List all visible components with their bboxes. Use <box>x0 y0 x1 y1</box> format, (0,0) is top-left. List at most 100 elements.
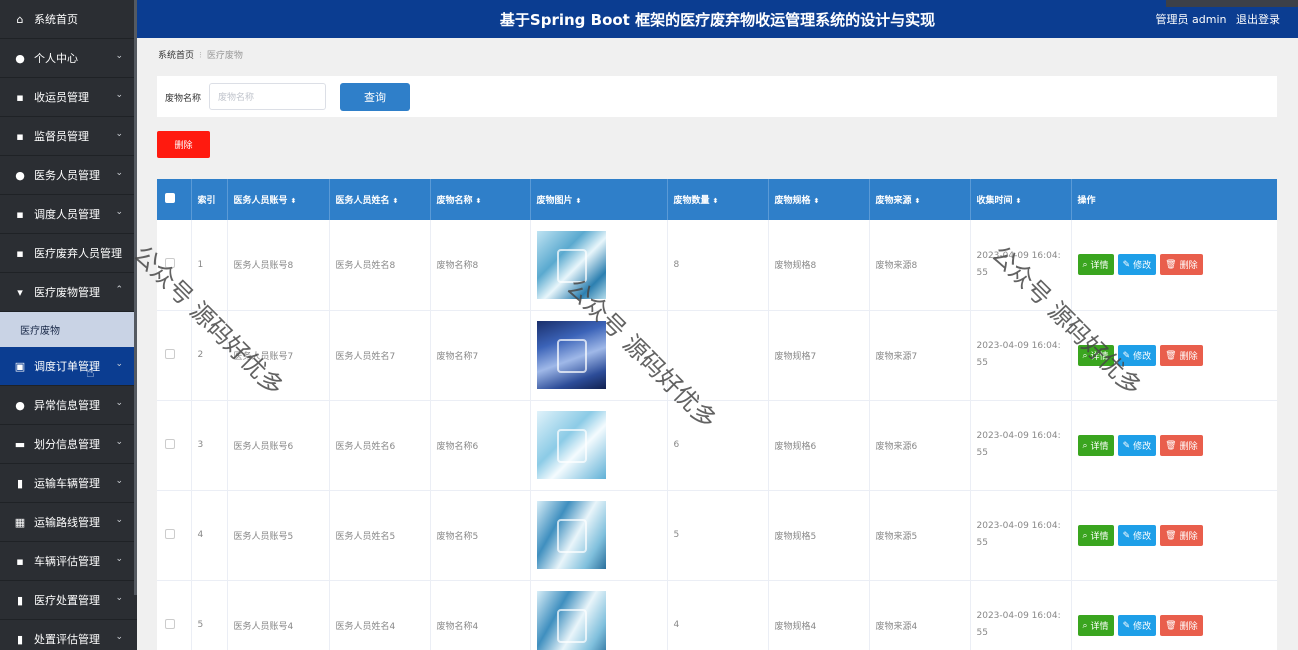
cell-waste-image <box>530 490 668 581</box>
cell-index: 1 <box>191 220 228 311</box>
detail-button[interactable]: ⌕ 详情 <box>1077 524 1114 546</box>
sidebar-item[interactable]: ▣ 调度订单管理 ⌄ <box>0 347 137 386</box>
query-button[interactable]: 查询 <box>340 83 410 111</box>
cell-quantity: 4 <box>667 580 769 650</box>
waste-image[interactable] <box>536 411 606 479</box>
breadcrumb-home[interactable]: 系统首页 <box>158 51 194 61</box>
sort-icon[interactable]: ⬍ <box>291 197 297 205</box>
sidebar-item[interactable]: ▪ 调度人员管理 ⌄ <box>0 195 137 234</box>
column-header[interactable]: 医务人员账号 ⬍ <box>227 179 330 220</box>
select-all-checkbox[interactable] <box>165 193 175 203</box>
column-header-label: 废物名称 <box>436 196 473 206</box>
edit-button[interactable]: ✎ 修改 <box>1117 434 1157 456</box>
edit-button[interactable]: ✎ 修改 <box>1117 254 1157 276</box>
waste-name-search-input[interactable] <box>209 83 326 110</box>
row-checkbox[interactable] <box>165 258 175 269</box>
chevron-down-icon: ⌄ <box>115 359 123 369</box>
pin-icon: ▾ <box>17 285 23 299</box>
sidebar-item[interactable]: ▮ 处置评估管理 ⌄ <box>0 620 137 650</box>
row-select-cell[interactable] <box>157 490 192 581</box>
sidebar-item[interactable]: ⌂ 系统首页 <box>0 0 137 39</box>
pencil-icon: ✎ <box>1122 349 1131 360</box>
row-select-cell[interactable] <box>157 580 192 650</box>
row-checkbox[interactable] <box>165 348 175 359</box>
waste-image[interactable] <box>536 230 606 299</box>
page-title: 基于Spring Boot 框架的医疗废弃物收运管理系统的设计与实现 <box>499 11 936 29</box>
delete-button[interactable]: 🗑 删除 <box>1160 434 1203 456</box>
column-header[interactable]: 废物数量 ⬍ <box>667 179 769 220</box>
waste-image[interactable] <box>536 591 606 650</box>
briefcase-icon: ▬ <box>14 437 26 451</box>
sidebar-item[interactable]: ▦ 运输路线管理 ⌄ <box>0 503 137 542</box>
sidebar-item[interactable]: ▪ 医疗废弃人员管理 <box>0 234 137 273</box>
table-row: 2 医务人员账号7 医务人员姓名7 废物名称7 废物规格7 废物来源7 2023-04-09… <box>157 310 1277 401</box>
column-header[interactable]: 医务人员姓名 ⬍ <box>329 179 431 220</box>
delete-button[interactable]: 🗑 删除 <box>1160 614 1203 636</box>
search-icon: ⌕ <box>1082 439 1088 450</box>
sort-icon[interactable]: ⬍ <box>1016 197 1022 205</box>
waste-image[interactable] <box>536 321 606 389</box>
sidebar-item[interactable]: ▬ 划分信息管理 ⌄ <box>0 425 137 464</box>
sidebar-item[interactable]: ▪ 监督员管理 ⌄ <box>0 117 137 156</box>
delete-button-label: 删除 <box>1179 260 1198 271</box>
column-header[interactable]: 废物来源 ⬍ <box>869 179 971 220</box>
detail-button[interactable]: ⌕ 详情 <box>1077 434 1114 456</box>
delete-button[interactable]: 🗑 删除 <box>1160 524 1203 546</box>
row-checkbox[interactable] <box>165 528 175 539</box>
column-header[interactable]: 废物图片 ⬍ <box>530 179 668 220</box>
main-content: 系统首页⁝医疗废物 废物名称 查询 删除 索引医务人员账号⬍医务人员姓名⬍废物名… <box>137 38 1298 650</box>
row-checkbox[interactable] <box>165 618 175 629</box>
delete-button-label: 删除 <box>1179 440 1198 451</box>
sidebar-item[interactable]: ▮ 运输车辆管理 ⌄ <box>0 464 137 503</box>
submenu-item-medical-waste[interactable]: 医疗废物 <box>0 312 137 347</box>
clipboard-icon: ▮ <box>16 632 24 646</box>
sort-icon[interactable]: ⬍ <box>476 197 482 205</box>
delete-button[interactable]: 🗑 删除 <box>1160 254 1203 276</box>
edit-button[interactable]: ✎ 修改 <box>1117 344 1157 366</box>
select-all-header[interactable] <box>157 179 192 220</box>
row-select-cell[interactable] <box>157 310 192 401</box>
sort-icon[interactable]: ⬍ <box>576 197 582 205</box>
sort-icon[interactable]: ⬍ <box>915 197 921 205</box>
sort-icon[interactable]: ⬍ <box>713 197 719 205</box>
sidebar-item[interactable]: ● 异常信息管理 ⌄ <box>0 386 137 425</box>
sidebar-item[interactable]: ▾ 医疗废物管理 ⌃ <box>0 273 137 312</box>
column-header: 操作 <box>1071 179 1277 220</box>
collect-time-seconds: 55 <box>976 448 988 458</box>
sidebar-item[interactable]: ● 医务人员管理 ⌄ <box>0 156 137 195</box>
delete-button[interactable]: 🗑 删除 <box>1160 344 1203 366</box>
table-row: 4 医务人员账号5 医务人员姓名5 废物名称5 5 废物规格5 废物来源5 2023-04-0… <box>157 490 1277 581</box>
row-checkbox[interactable] <box>165 438 175 449</box>
sidebar-item[interactable]: ▪ 车辆评估管理 ⌄ <box>0 542 137 581</box>
cell-quantity: 8 <box>667 220 769 311</box>
collect-time-date: 2023-04-09 16:04: <box>976 521 1061 531</box>
sidebar-item[interactable]: ▪ 收运员管理 ⌄ <box>0 78 137 117</box>
detail-button[interactable]: ⌕ 详情 <box>1077 614 1114 636</box>
edit-button[interactable]: ✎ 修改 <box>1117 614 1157 636</box>
column-header[interactable]: 废物名称 ⬍ <box>430 179 531 220</box>
collect-time-date: 2023-04-09 16:04: <box>976 341 1061 351</box>
detail-button[interactable]: ⌕ 详情 <box>1077 254 1114 276</box>
row-select-cell[interactable] <box>157 220 192 311</box>
edit-button-label: 修改 <box>1133 350 1152 361</box>
column-header-label: 索引 <box>197 196 216 206</box>
detail-button-label: 详情 <box>1090 350 1109 361</box>
chevron-down-icon: ⌄ <box>115 398 123 408</box>
window-corner <box>1166 0 1298 7</box>
row-select-cell[interactable] <box>157 400 192 491</box>
column-header[interactable]: 收集时间 ⬍ <box>970 179 1072 220</box>
detail-button[interactable]: ⌕ 详情 <box>1077 344 1114 366</box>
sidebar-item[interactable]: ▮ 医疗处置管理 ⌄ <box>0 581 137 620</box>
logout-link[interactable]: 退出登录 <box>1236 13 1280 26</box>
cell-index: 3 <box>191 400 228 491</box>
delete-button-label: 删除 <box>1179 350 1198 361</box>
sort-icon[interactable]: ⬍ <box>814 197 820 205</box>
sort-icon[interactable]: ⬍ <box>393 197 399 205</box>
column-header-label: 废物来源 <box>875 196 912 206</box>
delete-button-label: 删除 <box>1179 620 1198 631</box>
waste-image[interactable] <box>536 501 606 569</box>
edit-button[interactable]: ✎ 修改 <box>1117 524 1157 546</box>
sidebar-item[interactable]: ● 个人中心 ⌄ <box>0 39 137 78</box>
column-header[interactable]: 废物规格 ⬍ <box>768 179 870 220</box>
batch-delete-button[interactable]: 删除 <box>157 131 210 158</box>
